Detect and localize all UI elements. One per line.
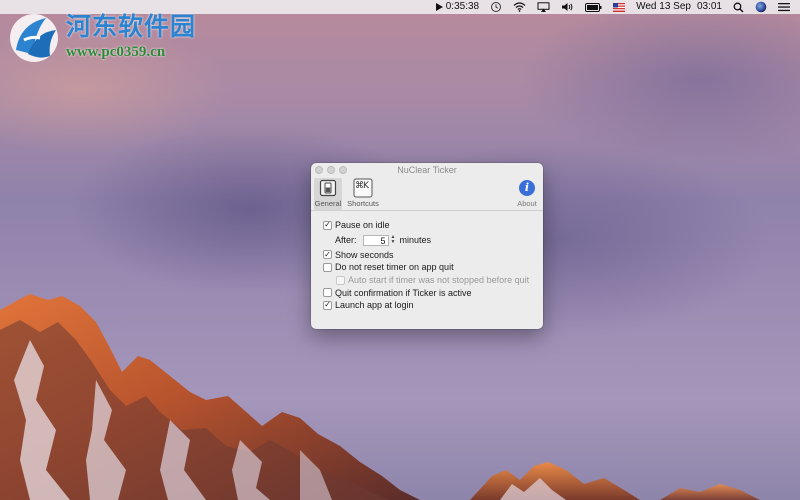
- idle-minutes-stepper[interactable]: ▲ ▼: [390, 234, 397, 246]
- battery-icon[interactable]: [585, 0, 602, 14]
- datetime[interactable]: Wed 13 Sep 03:01: [636, 0, 722, 14]
- date-label: Wed 13 Sep: [636, 1, 691, 12]
- quit-confirm-option[interactable]: Quit confirmation if Ticker is active: [323, 286, 543, 299]
- pause-on-idle-option[interactable]: ✓ Pause on idle: [323, 219, 543, 232]
- shortcut-glyphs: ⌘K: [355, 181, 369, 191]
- window-titlebar[interactable]: NuClear Ticker: [311, 163, 543, 177]
- preferences-toolbar: General ⌘K Shortcuts i About: [311, 177, 543, 211]
- tab-about[interactable]: i About: [515, 178, 539, 208]
- launch-login-label: Launch app at login: [335, 300, 414, 311]
- no-reset-option[interactable]: Do not reset timer on app quit: [323, 261, 543, 274]
- close-button[interactable]: [315, 166, 323, 174]
- ticker-time: 0:35:38: [445, 1, 480, 12]
- tab-general-label: General: [314, 199, 342, 208]
- tab-shortcuts[interactable]: ⌘K Shortcuts: [346, 178, 380, 208]
- show-seconds-option[interactable]: ✓ Show seconds: [323, 249, 543, 262]
- pause-on-idle-label: Pause on idle: [335, 220, 390, 231]
- quit-confirm-label: Quit confirmation if Ticker is active: [335, 287, 472, 298]
- keyboard-icon: ⌘K: [353, 178, 373, 198]
- watermark-title: 河东软件园: [66, 12, 197, 41]
- watermark-logo-icon: [10, 14, 58, 62]
- minutes-label: minutes: [399, 235, 432, 246]
- wifi-icon[interactable]: [513, 0, 526, 14]
- launch-login-checkbox[interactable]: ✓: [323, 300, 332, 310]
- airplay-icon[interactable]: [537, 0, 550, 14]
- general-settings-pane: ✓ Pause on idle After: 5 ▲ ▼ minutes ✓ S…: [311, 211, 543, 312]
- quit-confirm-checkbox[interactable]: [323, 288, 332, 298]
- play-icon: [435, 3, 443, 11]
- watermark-url: www.pc0359.cn: [66, 44, 166, 60]
- idle-minutes-input[interactable]: 5: [362, 234, 389, 246]
- no-reset-checkbox[interactable]: [323, 262, 332, 272]
- auto-start-option: Auto start if timer was not stopped befo…: [323, 274, 543, 287]
- stepper-down-icon[interactable]: ▼: [391, 240, 396, 245]
- siri-icon[interactable]: [755, 0, 767, 14]
- launch-login-option[interactable]: ✓ Launch app at login: [323, 299, 543, 312]
- auto-start-checkbox: [336, 275, 345, 285]
- preferences-window: NuClear Ticker General ⌘K Shortcuts i Ab…: [311, 163, 543, 329]
- info-icon: i: [517, 178, 537, 198]
- tab-shortcuts-label: Shortcuts: [347, 199, 379, 208]
- flag-icon[interactable]: [613, 0, 626, 14]
- zoom-button[interactable]: [339, 166, 347, 174]
- after-label: After:: [335, 235, 357, 246]
- no-reset-label: Do not reset timer on app quit: [335, 262, 454, 273]
- search-icon[interactable]: [733, 0, 744, 14]
- auto-start-label: Auto start if timer was not stopped befo…: [348, 275, 530, 286]
- tab-general[interactable]: General: [314, 178, 342, 210]
- idle-delay-row: After: 5 ▲ ▼ minutes: [323, 232, 543, 249]
- menu-icon[interactable]: [778, 0, 790, 14]
- volume-icon[interactable]: [561, 0, 574, 14]
- clock-label: 03:01: [696, 1, 722, 12]
- info-glyph: i: [524, 181, 530, 194]
- show-seconds-checkbox[interactable]: ✓: [323, 250, 332, 260]
- show-seconds-label: Show seconds: [335, 249, 394, 260]
- watermark: 河东软件园 www.pc0359.cn: [6, 10, 196, 66]
- tab-about-label: About: [517, 199, 537, 208]
- pause-on-idle-checkbox[interactable]: ✓: [323, 220, 332, 230]
- minimize-button[interactable]: [327, 166, 335, 174]
- ticker-menu-item[interactable]: 0:35:38: [435, 0, 480, 14]
- time-machine-icon[interactable]: [490, 0, 502, 14]
- switch-icon: [318, 178, 338, 198]
